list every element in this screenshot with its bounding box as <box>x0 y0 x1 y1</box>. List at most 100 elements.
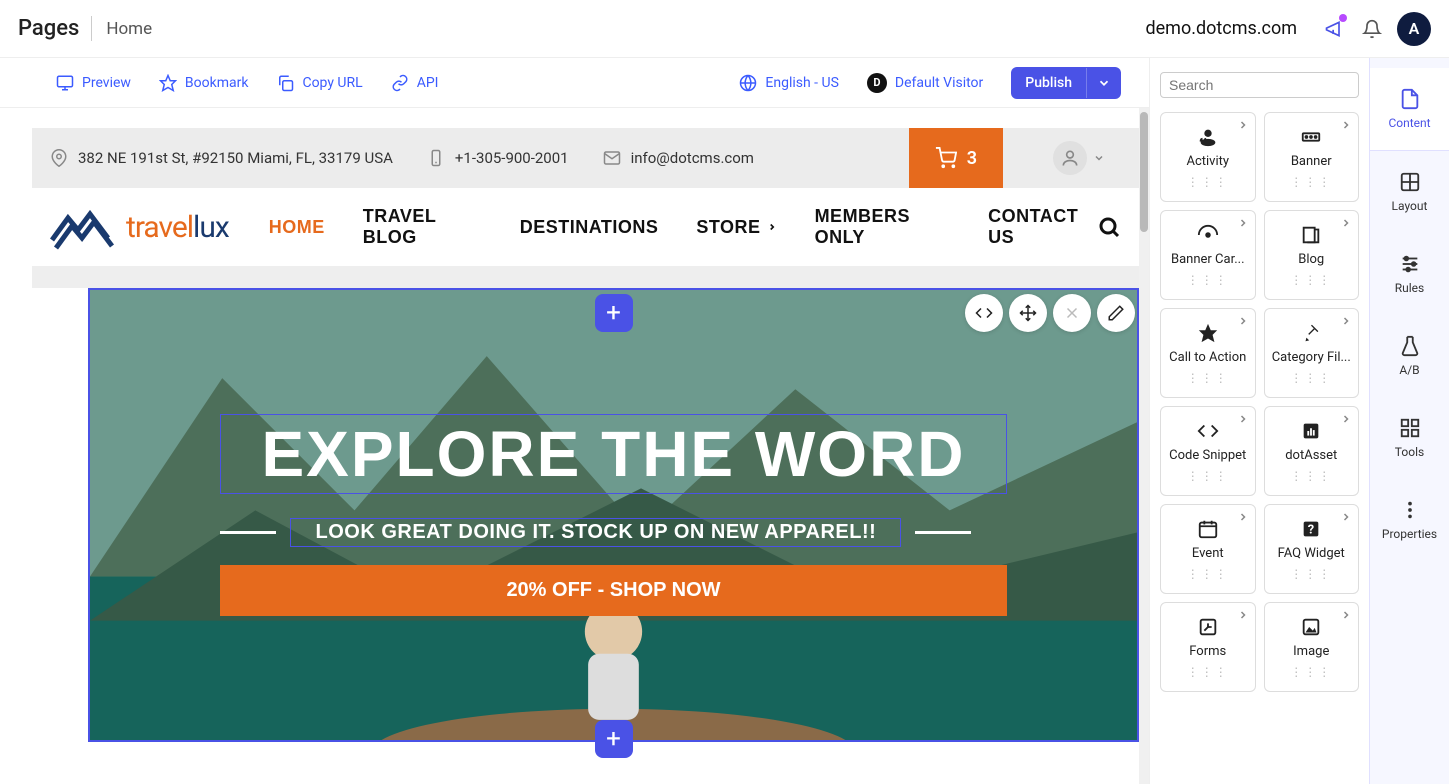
avatar[interactable]: A <box>1397 12 1431 46</box>
add-above-button[interactable]: + <box>595 294 633 332</box>
file-icon <box>1399 88 1421 110</box>
nav-travel-blog[interactable]: TRAVEL BLOG <box>363 206 482 248</box>
palette-item-icon <box>1300 322 1322 344</box>
rail-tools[interactable]: Tools <box>1370 397 1449 479</box>
persona-icon: D <box>867 73 887 93</box>
palette-item[interactable]: Banner Car... ⋮⋮⋮ <box>1160 210 1256 300</box>
subhead-editable[interactable]: LOOK GREAT DOING IT. STOCK UP ON NEW APP… <box>290 518 901 547</box>
palette-item[interactable]: Blog⋮⋮⋮ <box>1264 210 1360 300</box>
sliders-icon <box>1399 253 1421 275</box>
close-tool-icon[interactable] <box>1053 294 1091 332</box>
rail-rules[interactable]: Rules <box>1370 233 1449 315</box>
bookmark-label: Bookmark <box>185 75 249 91</box>
grip-icon: ⋮⋮⋮ <box>1187 469 1229 483</box>
grip-icon: ⋮⋮⋮ <box>1187 175 1229 189</box>
nav-home[interactable]: HOME <box>269 206 325 248</box>
rail-properties[interactable]: Properties <box>1370 479 1449 561</box>
contact-address: 382 NE 191st St, #92150 Miami, FL, 33179… <box>50 149 393 167</box>
grip-icon: ⋮⋮⋮ <box>1290 273 1332 287</box>
grip-icon: ⋮⋮⋮ <box>1187 273 1229 287</box>
notification-dot <box>1339 14 1347 22</box>
nav-search-icon[interactable] <box>1097 215 1121 239</box>
bookmark-button[interactable]: Bookmark <box>159 74 249 92</box>
move-tool-icon[interactable] <box>1009 294 1047 332</box>
palette-item-icon <box>1197 224 1219 246</box>
banner-cta-button[interactable]: 20% OFF - SHOP NOW <box>220 565 1006 616</box>
canvas-scrollbar[interactable] <box>1139 108 1149 784</box>
grip-icon: ⋮⋮⋮ <box>1187 665 1229 679</box>
palette-item[interactable]: Forms⋮⋮⋮ <box>1160 602 1256 692</box>
palette-item-icon <box>1300 616 1322 638</box>
rail-layout-label: Layout <box>1392 199 1428 213</box>
palette-item[interactable]: Call to Action ⋮⋮⋮ <box>1160 308 1256 398</box>
copy-url-button[interactable]: Copy URL <box>276 74 362 92</box>
divider-line <box>915 531 971 534</box>
palette-item[interactable]: Banner⋮⋮⋮ <box>1264 112 1360 202</box>
palette-item[interactable]: ?FAQ Widget⋮⋮⋮ <box>1264 504 1360 594</box>
cart-button[interactable]: 3 <box>909 128 1003 188</box>
chevron-right-icon <box>1340 315 1352 327</box>
rail-content[interactable]: Content <box>1370 68 1449 151</box>
banner-block[interactable]: + <box>88 288 1139 742</box>
link-icon <box>391 74 409 92</box>
palette-item-icon <box>1197 420 1219 442</box>
nav-store[interactable]: STORE <box>696 206 776 248</box>
logo-mark-icon <box>50 204 120 250</box>
scrollbar-thumb[interactable] <box>1140 112 1148 232</box>
palette-search[interactable] <box>1160 72 1359 98</box>
palette-item-label: Activity <box>1165 154 1251 169</box>
nav-contact[interactable]: CONTACT US <box>988 206 1097 248</box>
grip-icon: ⋮⋮⋮ <box>1187 567 1229 581</box>
grip-icon: ⋮⋮⋮ <box>1187 371 1229 385</box>
api-button[interactable]: API <box>391 74 439 92</box>
preview-label: Preview <box>82 75 131 91</box>
rail-layout[interactable]: Layout <box>1370 151 1449 233</box>
publish-chevron-icon[interactable] <box>1086 68 1121 98</box>
code-tool-icon[interactable] <box>965 294 1003 332</box>
language-selector[interactable]: English - US <box>739 74 839 92</box>
palette-item-label: Image <box>1269 644 1355 659</box>
dots-icon <box>1399 499 1421 521</box>
grip-icon: ⋮⋮⋮ <box>1290 567 1332 581</box>
grid-icon <box>1399 417 1421 439</box>
palette-item[interactable]: Category Fil...⋮⋮⋮ <box>1264 308 1360 398</box>
palette-item-label: Banner Car... <box>1165 252 1251 267</box>
globe-icon <box>739 74 757 92</box>
grip-icon: ⋮⋮⋮ <box>1290 175 1332 189</box>
rail-ab-label: A/B <box>1399 363 1419 377</box>
palette-item[interactable]: Code Snippet⋮⋮⋮ <box>1160 406 1256 496</box>
announcements-icon[interactable] <box>1315 10 1353 48</box>
brand-logo[interactable]: travellux <box>50 204 229 250</box>
chevron-right-icon <box>1237 315 1249 327</box>
headline-text: EXPLORE THE WORD <box>261 417 965 491</box>
mail-icon <box>603 149 621 167</box>
breadcrumb[interactable]: Home <box>106 19 152 39</box>
user-menu[interactable] <box>1037 141 1121 175</box>
add-below-button[interactable]: + <box>595 720 633 758</box>
palette-item-icon <box>1300 126 1322 148</box>
logo-text: travellux <box>126 210 229 245</box>
chevron-right-icon <box>1237 119 1249 131</box>
publish-button[interactable]: Publish <box>1011 67 1121 99</box>
cart-count: 3 <box>967 148 977 169</box>
palette-item-icon <box>1300 224 1322 246</box>
palette-item-label: Call to Action <box>1165 350 1251 365</box>
nav-destinations[interactable]: DESTINATIONS <box>520 206 659 248</box>
persona-selector[interactable]: D Default Visitor <box>867 73 983 93</box>
preview-button[interactable]: Preview <box>56 74 131 92</box>
bell-icon[interactable] <box>1353 10 1391 48</box>
palette-search-input[interactable] <box>1169 77 1350 93</box>
rail-ab[interactable]: A/B <box>1370 315 1449 397</box>
palette-item[interactable]: dotAsset⋮⋮⋮ <box>1264 406 1360 496</box>
palette-item[interactable]: Event⋮⋮⋮ <box>1160 504 1256 594</box>
banner-image: EXPLORE THE WORD LOOK GREAT DOING IT. ST… <box>90 290 1137 740</box>
edit-tool-icon[interactable] <box>1097 294 1135 332</box>
host-label[interactable]: demo.dotcms.com <box>1145 18 1297 39</box>
palette-item-label: dotAsset <box>1269 448 1355 463</box>
nav-members[interactable]: MEMBERS ONLY <box>815 206 951 248</box>
palette-item[interactable]: Image⋮⋮⋮ <box>1264 602 1360 692</box>
flask-icon <box>1399 335 1421 357</box>
headline-editable[interactable]: EXPLORE THE WORD <box>220 414 1006 494</box>
user-icon <box>1053 141 1087 175</box>
palette-item[interactable]: Activity ⋮⋮⋮ <box>1160 112 1256 202</box>
